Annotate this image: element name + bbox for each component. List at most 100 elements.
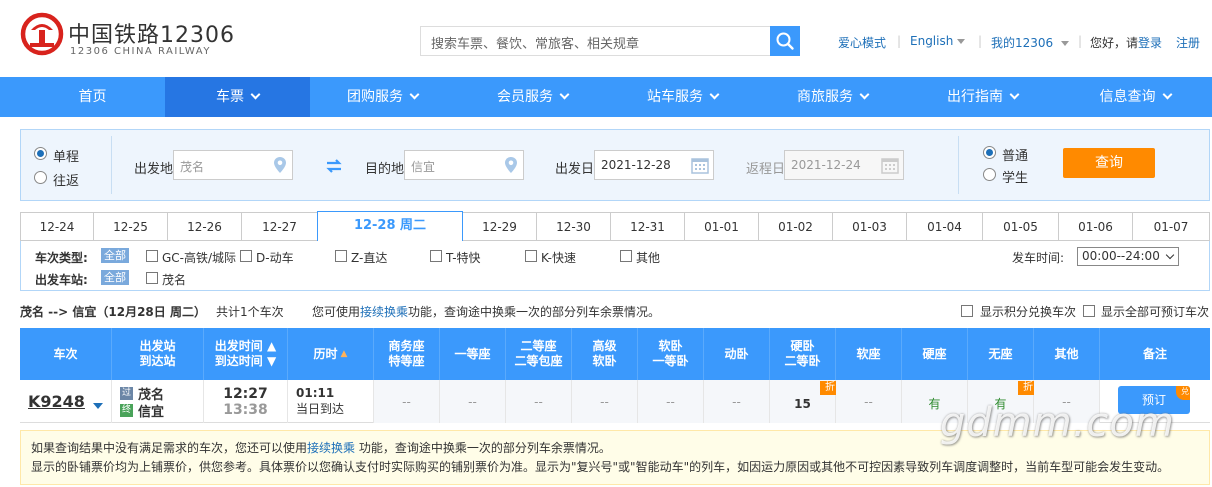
divider: [958, 136, 959, 194]
query-button[interactable]: 查询: [1063, 148, 1155, 178]
all-bookable-checkbox[interactable]: [1083, 305, 1095, 317]
filter-checkbox-z[interactable]: [335, 250, 347, 262]
date-tab[interactable]: 12-27: [242, 212, 318, 241]
date-tab-selected[interactable]: 12-28 周二: [317, 211, 463, 242]
col-train: 车次: [20, 328, 112, 380]
filter-panel: 车次类型: 全部 GC-高铁/城际 D-动车 Z-直达 T-特快 K-快速 其他…: [20, 241, 1210, 291]
from-station: 过茂名: [120, 385, 164, 403]
header-label: 软座: [856, 346, 881, 361]
nav-station[interactable]: 站车服务: [610, 77, 755, 117]
date-tab[interactable]: 12-29: [463, 212, 537, 241]
site-search-input[interactable]: 搜索车票、餐饮、常旅客、相关规章: [420, 26, 770, 56]
date-tab[interactable]: 12-24: [20, 212, 94, 241]
filter-checkbox-station[interactable]: [146, 272, 158, 284]
header-label: 一等卧: [652, 354, 689, 368]
header-label: 商务座: [388, 339, 425, 353]
chevron-down-icon[interactable]: [92, 402, 103, 409]
round-trip-label: 往返: [53, 174, 80, 189]
date-tab[interactable]: 12-30: [537, 212, 611, 241]
date-tab[interactable]: 01-06: [1059, 212, 1133, 241]
nav-home[interactable]: 首页: [20, 77, 165, 117]
col-times[interactable]: 出发时间 ▲ 到达时间 ▼: [204, 328, 288, 380]
date-tab[interactable]: 01-04: [907, 212, 983, 241]
col-duration[interactable]: 历时 ▲: [288, 328, 374, 380]
header-label: 无座: [988, 346, 1013, 361]
date-tabs: 12-24 12-25 12-26 12-27 12-28 周二 12-29 1…: [20, 211, 1210, 242]
header-label: 特等座: [388, 354, 425, 368]
normal-ticket-radio[interactable]: [983, 146, 996, 159]
calendar-icon[interactable]: [690, 155, 710, 175]
header-label: 软卧: [658, 339, 683, 353]
header-label: 其他: [1054, 346, 1079, 361]
greeting-text: 您好，请: [1090, 36, 1139, 50]
col-stations[interactable]: 出发站 到达站: [112, 328, 204, 380]
register-link[interactable]: 注册: [1176, 34, 1200, 51]
search-button[interactable]: [770, 26, 800, 56]
transfer-link[interactable]: 接续换乘: [360, 305, 408, 319]
stations-cell: 过茂名 终信宜: [112, 380, 204, 423]
filter-checkbox-t[interactable]: [430, 250, 442, 262]
notice-line: 显示的卧铺票价均为上铺票价，供您参考。具体票价以您确认支付时实际购买的铺别票价为…: [31, 460, 1170, 474]
swap-stations-icon[interactable]: [325, 157, 343, 175]
care-mode-link[interactable]: 爱心模式: [838, 34, 886, 51]
train-type-all-button[interactable]: 全部: [101, 248, 129, 263]
nav-guide[interactable]: 出行指南: [910, 77, 1055, 117]
filter-checkbox-other[interactable]: [620, 250, 632, 262]
my12306-link[interactable]: 我的12306: [991, 34, 1070, 51]
filter-checkbox-k[interactable]: [525, 250, 537, 262]
nav-tickets[interactable]: 车票: [165, 77, 310, 117]
logo-title: 中国铁路12306: [68, 23, 235, 48]
sort-arrive[interactable]: 到达时间 ▼: [215, 354, 276, 369]
filter-label: 其他: [636, 251, 661, 265]
nav-member[interactable]: 会员服务: [460, 77, 605, 117]
col-soft-sleeper: 软卧 一等卧: [638, 328, 704, 380]
date-tab[interactable]: 01-03: [833, 212, 907, 241]
date-tab[interactable]: 12-25: [94, 212, 168, 241]
results-table-header: 车次 出发站 到达站 出发时间 ▲ 到达时间 ▼ 历时 ▲ 商务座 特等座 一等座 二等…: [20, 328, 1210, 380]
train-number-link[interactable]: K9248: [28, 392, 85, 411]
student-ticket-radio[interactable]: [983, 168, 996, 181]
col-no-seat: 无座: [968, 328, 1034, 380]
header-label: 二等座: [520, 339, 557, 353]
nav-business[interactable]: 商旅服务: [760, 77, 905, 117]
train-number-cell: K9248: [20, 380, 112, 423]
date-tab[interactable]: 12-31: [611, 212, 685, 241]
pass-station-tag: 过: [120, 386, 133, 400]
date-tab[interactable]: 01-01: [685, 212, 759, 241]
transfer-link[interactable]: 接续换乘: [307, 441, 355, 455]
sort-up-icon: ▲: [340, 348, 348, 359]
station-all-button[interactable]: 全部: [101, 270, 129, 285]
filter-label: 茂名: [162, 273, 187, 287]
seat-first: --: [440, 380, 506, 423]
points-exchange-label: 显示积分兑换车次: [980, 305, 1077, 319]
header-label: 硬座: [922, 346, 947, 361]
date-tab[interactable]: 01-02: [759, 212, 833, 241]
query-panel: 单程 往返 出发地 茂名 目的地 信宜 出发日 2021-12-28 返程日 2…: [20, 129, 1210, 201]
return-date-label: 返程日: [746, 162, 786, 177]
points-exchange-checkbox[interactable]: [961, 305, 973, 317]
calendar-icon[interactable]: [880, 155, 900, 175]
col-premium-sleeper: 高级 软卧: [572, 328, 638, 380]
round-trip-radio[interactable]: [34, 171, 47, 184]
filter-checkbox-gc[interactable]: [146, 250, 158, 262]
header-label: 备注: [1142, 346, 1167, 361]
filter-checkbox-d[interactable]: [240, 250, 252, 262]
sort-depart[interactable]: 出发时间 ▲: [215, 339, 276, 354]
to-station-name[interactable]: 信宜: [138, 401, 164, 420]
date-tab[interactable]: 01-05: [983, 212, 1059, 241]
login-link[interactable]: 登录: [1138, 34, 1162, 51]
english-link[interactable]: English: [910, 34, 966, 48]
col-remark: 备注: [1100, 328, 1210, 380]
nav-group[interactable]: 团购服务: [310, 77, 455, 117]
filter-label: T-特快: [446, 251, 481, 265]
hint-text: 您可使用: [312, 305, 361, 319]
date-tab[interactable]: 12-26: [168, 212, 242, 241]
one-way-radio[interactable]: [34, 147, 47, 160]
header-label: 硬卧: [790, 339, 815, 353]
china-railway-logo-icon[interactable]: [20, 12, 64, 56]
location-pin-icon: [274, 157, 286, 173]
date-tab[interactable]: 01-07: [1133, 212, 1210, 241]
depart-time-select[interactable]: 00:00--24:00: [1077, 247, 1179, 266]
nav-label: 团购服务: [347, 89, 403, 105]
nav-info[interactable]: 信息查询: [1060, 77, 1210, 117]
